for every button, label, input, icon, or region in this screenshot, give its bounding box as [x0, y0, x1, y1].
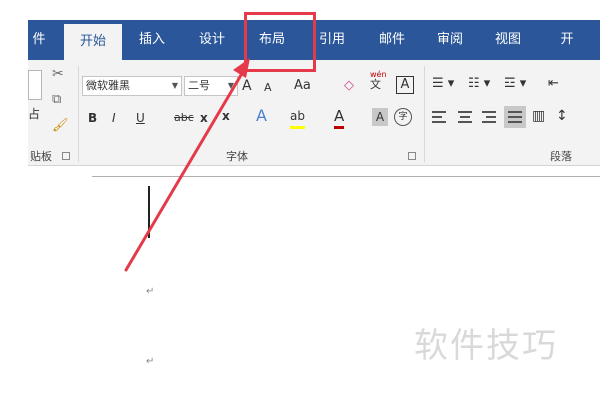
font-color-button[interactable]: A — [334, 106, 345, 129]
group-divider — [78, 66, 79, 162]
italic-button[interactable]: I — [112, 108, 116, 128]
tab-design[interactable]: 设计 — [188, 20, 236, 60]
highlight-box — [244, 12, 316, 72]
bold-button[interactable]: B — [88, 108, 97, 128]
distributed-icon[interactable]: ▥ — [532, 106, 545, 126]
font-group-label: 字体 — [226, 150, 248, 163]
tab-mailings[interactable]: 邮件 — [368, 20, 416, 60]
paragraph-mark: ↵ — [146, 286, 155, 297]
tab-developer[interactable]: 开 — [552, 20, 582, 60]
justify-icon[interactable] — [504, 106, 526, 128]
format-painter-icon[interactable]: 🖌 — [52, 116, 69, 136]
font-size-select[interactable]: 二号 ▼ — [184, 76, 238, 96]
font-name-value: 微软雅黑 — [86, 79, 130, 92]
character-border-button[interactable]: A — [396, 76, 414, 94]
clear-formatting-icon[interactable]: ◇ — [344, 76, 354, 96]
multilevel-list-icon[interactable]: ☲ ▾ — [504, 74, 526, 94]
phonetic-bottom-label: 文 — [370, 78, 381, 91]
word-window: 件 开始 插入 设计 布局 引用 邮件 审阅 视图 开 占 ✂ ⧉ 🖌 贴板 微… — [0, 0, 600, 400]
shrink-font-button[interactable]: A — [264, 78, 272, 98]
tab-view[interactable]: 视图 — [484, 20, 532, 60]
superscript-button[interactable]: x — [222, 106, 230, 126]
subscript-button[interactable]: x — [200, 108, 208, 128]
change-case-button[interactable]: Aa — [294, 76, 311, 96]
bullets-icon[interactable]: ☰ ▾ — [432, 74, 454, 94]
watermark-text: 软件技巧 — [414, 326, 558, 366]
copy-icon[interactable]: ⧉ — [52, 90, 61, 110]
character-shading-button[interactable]: A — [372, 108, 388, 126]
underline-button[interactable]: U — [136, 108, 145, 128]
font-name-select[interactable]: 微软雅黑 ▼ — [82, 76, 182, 96]
text-effects-button[interactable]: A — [256, 106, 267, 126]
phonetic-guide-button[interactable]: wén 文 — [370, 70, 387, 91]
paste-icon[interactable] — [28, 70, 42, 100]
grow-font-button[interactable]: A — [242, 76, 252, 96]
tab-file[interactable]: 件 — [28, 20, 50, 60]
group-divider — [424, 66, 425, 162]
clipboard-dialog-launcher-icon[interactable] — [62, 152, 70, 160]
enclose-characters-button[interactable]: 字 — [394, 108, 412, 126]
cut-icon[interactable]: ✂ — [52, 64, 64, 84]
paste-label[interactable]: 占 — [28, 104, 40, 124]
text-cursor — [148, 186, 150, 238]
ribbon-home-panel: 占 ✂ ⧉ 🖌 贴板 微软雅黑 ▼ 二号 ▼ A A Aa ◇ wén 文 A … — [28, 60, 600, 166]
tab-review[interactable]: 审阅 — [426, 20, 474, 60]
tab-insert[interactable]: 插入 — [128, 20, 176, 60]
highlight-color-button[interactable]: ab — [290, 106, 305, 129]
chevron-down-icon: ▼ — [171, 81, 178, 90]
numbering-icon[interactable]: ☷ ▾ — [468, 74, 490, 94]
paragraph-group-label: 段落 — [550, 150, 572, 163]
chevron-down-icon: ▼ — [227, 81, 234, 90]
paragraph-mark: ↵ — [146, 356, 155, 367]
font-dialog-launcher-icon[interactable] — [408, 152, 416, 160]
tab-home[interactable]: 开始 — [64, 24, 122, 60]
line-spacing-icon[interactable]: ↕ — [556, 106, 568, 126]
strikethrough-button[interactable]: abc — [174, 108, 194, 128]
decrease-indent-icon[interactable]: ⇤ — [548, 74, 559, 94]
font-size-value: 二号 — [188, 79, 210, 92]
clipboard-group-label: 贴板 — [30, 150, 52, 163]
